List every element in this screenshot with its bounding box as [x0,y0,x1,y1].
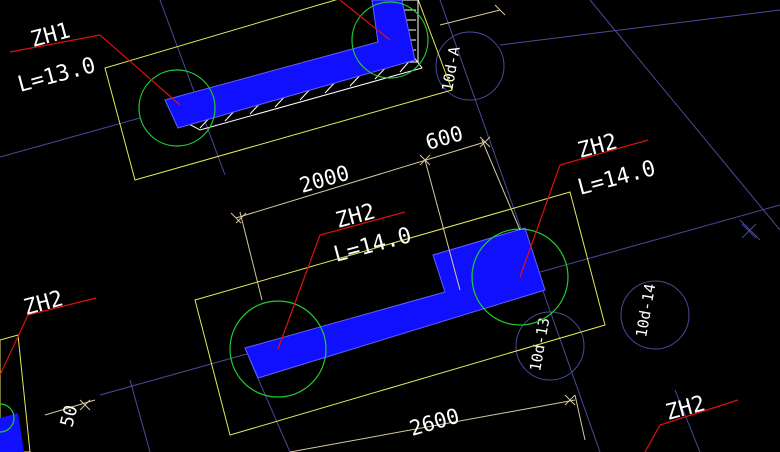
dimension-top [439,4,506,26]
cad-viewport[interactable]: 10d-A 10d-13 10d-14 ZH1 L=13.0 ZH2 L=14.… [0,0,780,452]
grid-axes [0,0,780,452]
cross-tick-icon [741,223,757,239]
axis-label-14: 10d-14 [632,282,659,338]
pile-length-zh2-top: L=14.0 [575,156,658,201]
axis-line [129,379,151,452]
cad-drawing-canvas[interactable]: 10d-A 10d-13 10d-14 ZH1 L=13.0 ZH2 L=14.… [0,0,780,452]
beam-left [0,413,24,452]
axis-label-a: 10d-A [438,45,464,93]
pile-label-zh2-left: ZH2 [21,286,66,320]
pile-length-zh1: L=13.0 [15,53,98,98]
axis-line [589,0,780,231]
axis-line [0,117,141,158]
dimension-2000: 2000 [297,161,352,198]
pile-label-zh2-bottom-right: ZH2 [663,391,708,425]
dimension-50: 50 [57,403,83,429]
dimension-2600: 2600 [407,404,462,441]
axis-line [439,0,601,452]
pile-label-zh2-middle: ZH2 [333,199,378,233]
beam-top [164,0,416,129]
pile-label-zh1: ZH1 [28,18,73,52]
axis-line [499,9,780,46]
pile-label-zh2-top: ZH2 [575,129,620,163]
